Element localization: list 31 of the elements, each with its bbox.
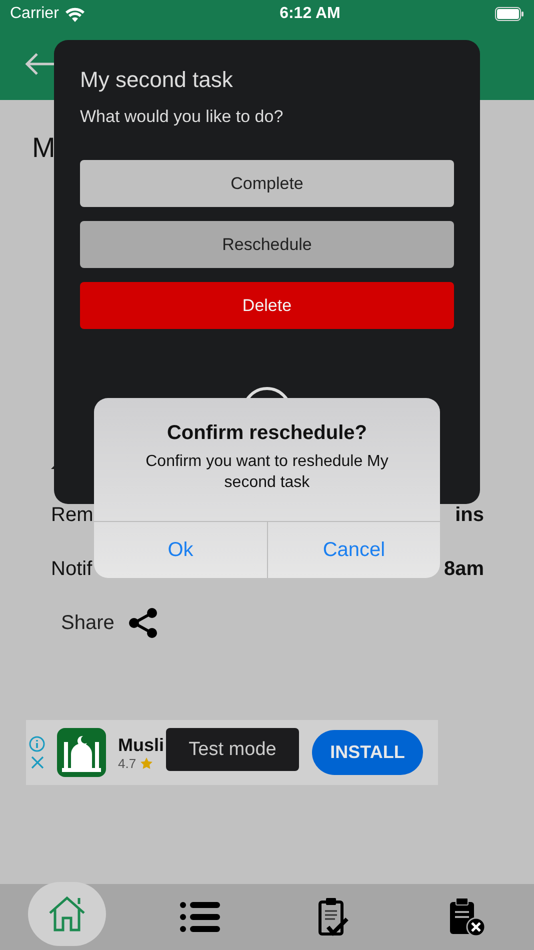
clipboard-delete-icon bbox=[448, 897, 486, 937]
test-mode-toast: Test mode bbox=[166, 728, 299, 771]
home-icon bbox=[46, 894, 87, 934]
clipboard-check-icon bbox=[318, 897, 350, 937]
row-value: ins bbox=[455, 504, 484, 526]
list-icon bbox=[180, 901, 220, 933]
dialog-prompt: What would you like to do? bbox=[80, 106, 284, 128]
alert-message: Confirm you want to reshedule My second task bbox=[144, 452, 390, 493]
alert-title: Confirm reschedule? bbox=[166, 422, 368, 445]
app-name: Musli bbox=[118, 734, 164, 756]
alert-button[interactable]: Cancel bbox=[267, 522, 440, 578]
dialog-title: My second task bbox=[80, 66, 234, 94]
row-label: Rem bbox=[51, 504, 94, 526]
action-button[interactable]: Reschedule bbox=[80, 221, 454, 268]
task-title: M bbox=[32, 131, 56, 165]
row-value: 8am bbox=[444, 558, 484, 580]
carrier-label: Carrier bbox=[10, 5, 59, 23]
app-icon bbox=[57, 728, 106, 777]
row-label: Notif bbox=[51, 558, 92, 580]
alert-button[interactable]: Ok bbox=[94, 522, 267, 578]
rating-value: 4.7 bbox=[118, 756, 136, 770]
action-button[interactable]: Complete bbox=[80, 160, 454, 207]
battery-icon bbox=[495, 7, 524, 21]
share-icon[interactable] bbox=[128, 608, 158, 638]
clock-time: 6:12 AM bbox=[280, 5, 340, 23]
install-button[interactable]: INSTALL bbox=[312, 730, 423, 775]
action-button[interactable]: Delete bbox=[80, 282, 454, 329]
wifi-icon bbox=[64, 6, 85, 22]
share-label: Share bbox=[61, 612, 114, 634]
star-icon bbox=[140, 756, 154, 770]
back-arrow-icon[interactable] bbox=[25, 53, 55, 75]
